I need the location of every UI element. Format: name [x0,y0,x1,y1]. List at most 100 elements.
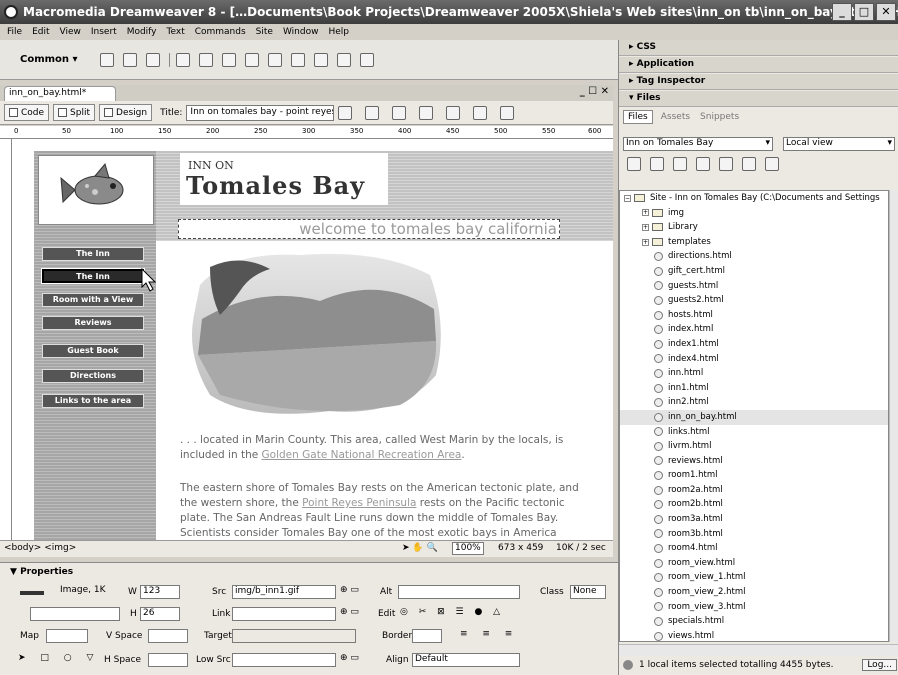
file-row[interactable]: views.html [620,629,888,641]
server-side-include-icon[interactable] [291,52,305,67]
file-row[interactable]: inn2.html [620,395,888,410]
file-row[interactable]: room3a.html [620,512,888,527]
border-input[interactable] [412,629,442,643]
file-row[interactable]: inn_on_bay.html [620,409,888,425]
expand-icon[interactable]: + [642,209,649,217]
file-tree-scrollbar[interactable] [889,190,898,642]
head-icon[interactable] [337,52,351,67]
table-icon[interactable] [176,52,190,67]
file-row[interactable]: guests2.html [620,293,888,308]
file-row[interactable]: specials.html [620,614,888,629]
hspace-input[interactable] [148,653,188,667]
application-panel-header[interactable]: ▸ Application [619,57,898,73]
tag-inspector-panel-header[interactable]: ▸ Tag Inspector [619,74,898,90]
properties-header[interactable]: ▼ Properties [10,567,73,577]
expand-icon[interactable]: + [642,223,649,231]
align-select[interactable]: Default [412,653,520,667]
file-row[interactable]: inn1.html [620,381,888,396]
minimize-button[interactable]: _ [832,3,852,21]
nav-button-guest-book[interactable]: Guest Book [42,344,144,358]
point-reyes-link[interactable]: Point Reyes Peninsula [302,497,416,509]
height-input[interactable]: 26 [140,607,180,621]
design-canvas[interactable]: The Inn The Inn Room with a View Reviews… [12,139,613,540]
link-browse-folder-icon[interactable]: ⊕ ▭ [340,607,359,617]
file-row[interactable]: livrm.html [620,439,888,454]
lowsrc-input[interactable] [232,653,336,667]
file-management-icon[interactable] [338,105,353,120]
code-view-button[interactable]: Code [4,104,50,121]
files-tab[interactable]: Files [623,110,653,124]
menu-help[interactable]: Help [323,27,354,37]
date-icon[interactable] [268,52,282,67]
refresh-files-icon[interactable] [650,157,664,171]
insert-category-dropdown[interactable]: Common ▾ [20,54,100,65]
files-panel-header[interactable]: ▾ Files [619,91,898,107]
file-tree-hscrollbar[interactable] [619,644,898,656]
file-row[interactable]: links.html [620,425,888,440]
nav-button-the-inn[interactable]: The Inn [42,247,144,261]
globe-icon[interactable] [419,105,434,120]
debug-icon[interactable] [392,105,407,120]
file-row[interactable]: room_view_2.html [620,585,888,600]
file-row[interactable]: room_view_3.html [620,600,888,615]
folder-row[interactable]: + Library [620,220,888,235]
class-select[interactable]: None [570,585,606,599]
folder-row[interactable]: + img [620,206,888,221]
link-input[interactable] [232,607,336,621]
file-row[interactable]: directions.html [620,249,888,264]
file-row[interactable]: guests.html [620,279,888,294]
file-row[interactable]: room_view.html [620,556,888,571]
menu-window[interactable]: Window [278,27,324,37]
document-window-controls[interactable]: _ ☐ ✕ [580,86,609,97]
named-anchor-icon[interactable] [146,52,160,67]
image-icon[interactable] [222,52,236,67]
file-row[interactable]: index4.html [620,352,888,367]
file-row[interactable]: room3b.html [620,527,888,542]
media-icon[interactable] [245,52,259,67]
file-row[interactable]: index.html [620,322,888,337]
map-input[interactable] [46,629,88,643]
close-button[interactable]: ✕ [876,3,896,21]
alt-input[interactable] [398,585,520,599]
visual-aids-icon[interactable] [500,105,515,120]
title-input[interactable]: Inn on tomales bay - point reyes [186,104,335,121]
menu-text[interactable]: Text [162,27,190,37]
file-row[interactable]: gift_cert.html [620,264,888,279]
src-browse-folder-icon[interactable]: ⊕ ▭ [340,585,359,595]
nav-button-reviews[interactable]: Reviews [42,316,144,330]
connect-icon[interactable] [627,157,641,171]
put-files-icon[interactable] [696,157,710,171]
check-out-icon[interactable] [719,157,733,171]
file-row[interactable]: room1.html [620,468,888,483]
select-tool-icon[interactable]: ➤ ✋ 🔍 [402,543,438,553]
file-row[interactable]: room_view_1.html [620,570,888,585]
log-button[interactable]: Log... [862,659,897,671]
layer-icon[interactable] [199,52,213,67]
menu-modify[interactable]: Modify [122,27,162,37]
align-buttons-icon[interactable]: ≡ ≡ ≡ [460,629,518,639]
expand-panel-icon[interactable] [765,157,779,171]
window-size[interactable]: 673 x 459 [498,543,543,553]
maximize-button[interactable]: □ [854,3,874,21]
menu-file[interactable]: File [2,27,27,37]
target-select[interactable] [232,629,356,643]
golden-gate-link[interactable]: Golden Gate National Recreation Area [262,449,462,461]
check-in-icon[interactable] [742,157,756,171]
menu-insert[interactable]: Insert [86,27,122,37]
menu-edit[interactable]: Edit [27,27,54,37]
document-tab[interactable]: inn_on_bay.html* [4,86,116,101]
nav-button-the-inn-selected[interactable]: The Inn [41,268,145,284]
site-root-row[interactable]: − Site - Inn on Tomales Bay (C:\Documents… [620,191,888,206]
file-row[interactable]: reviews.html [620,454,888,469]
collapse-icon[interactable]: − [624,194,631,202]
site-select[interactable]: Inn on Tomales Bay ▾ [623,137,773,151]
design-view-button[interactable]: Design [99,104,153,121]
hotspot-tools-icon[interactable]: ➤ □ ○ ▽ [18,653,99,663]
menu-view[interactable]: View [55,27,86,37]
image-edit-tools-icon[interactable]: ◎ ✂ ⊠ ☰ ● △ [400,607,504,617]
get-files-icon[interactable] [673,157,687,171]
view-options-icon[interactable] [473,105,488,120]
file-row[interactable]: hosts.html [620,308,888,323]
file-row[interactable]: index1.html [620,337,888,352]
templates-icon[interactable] [360,52,374,67]
